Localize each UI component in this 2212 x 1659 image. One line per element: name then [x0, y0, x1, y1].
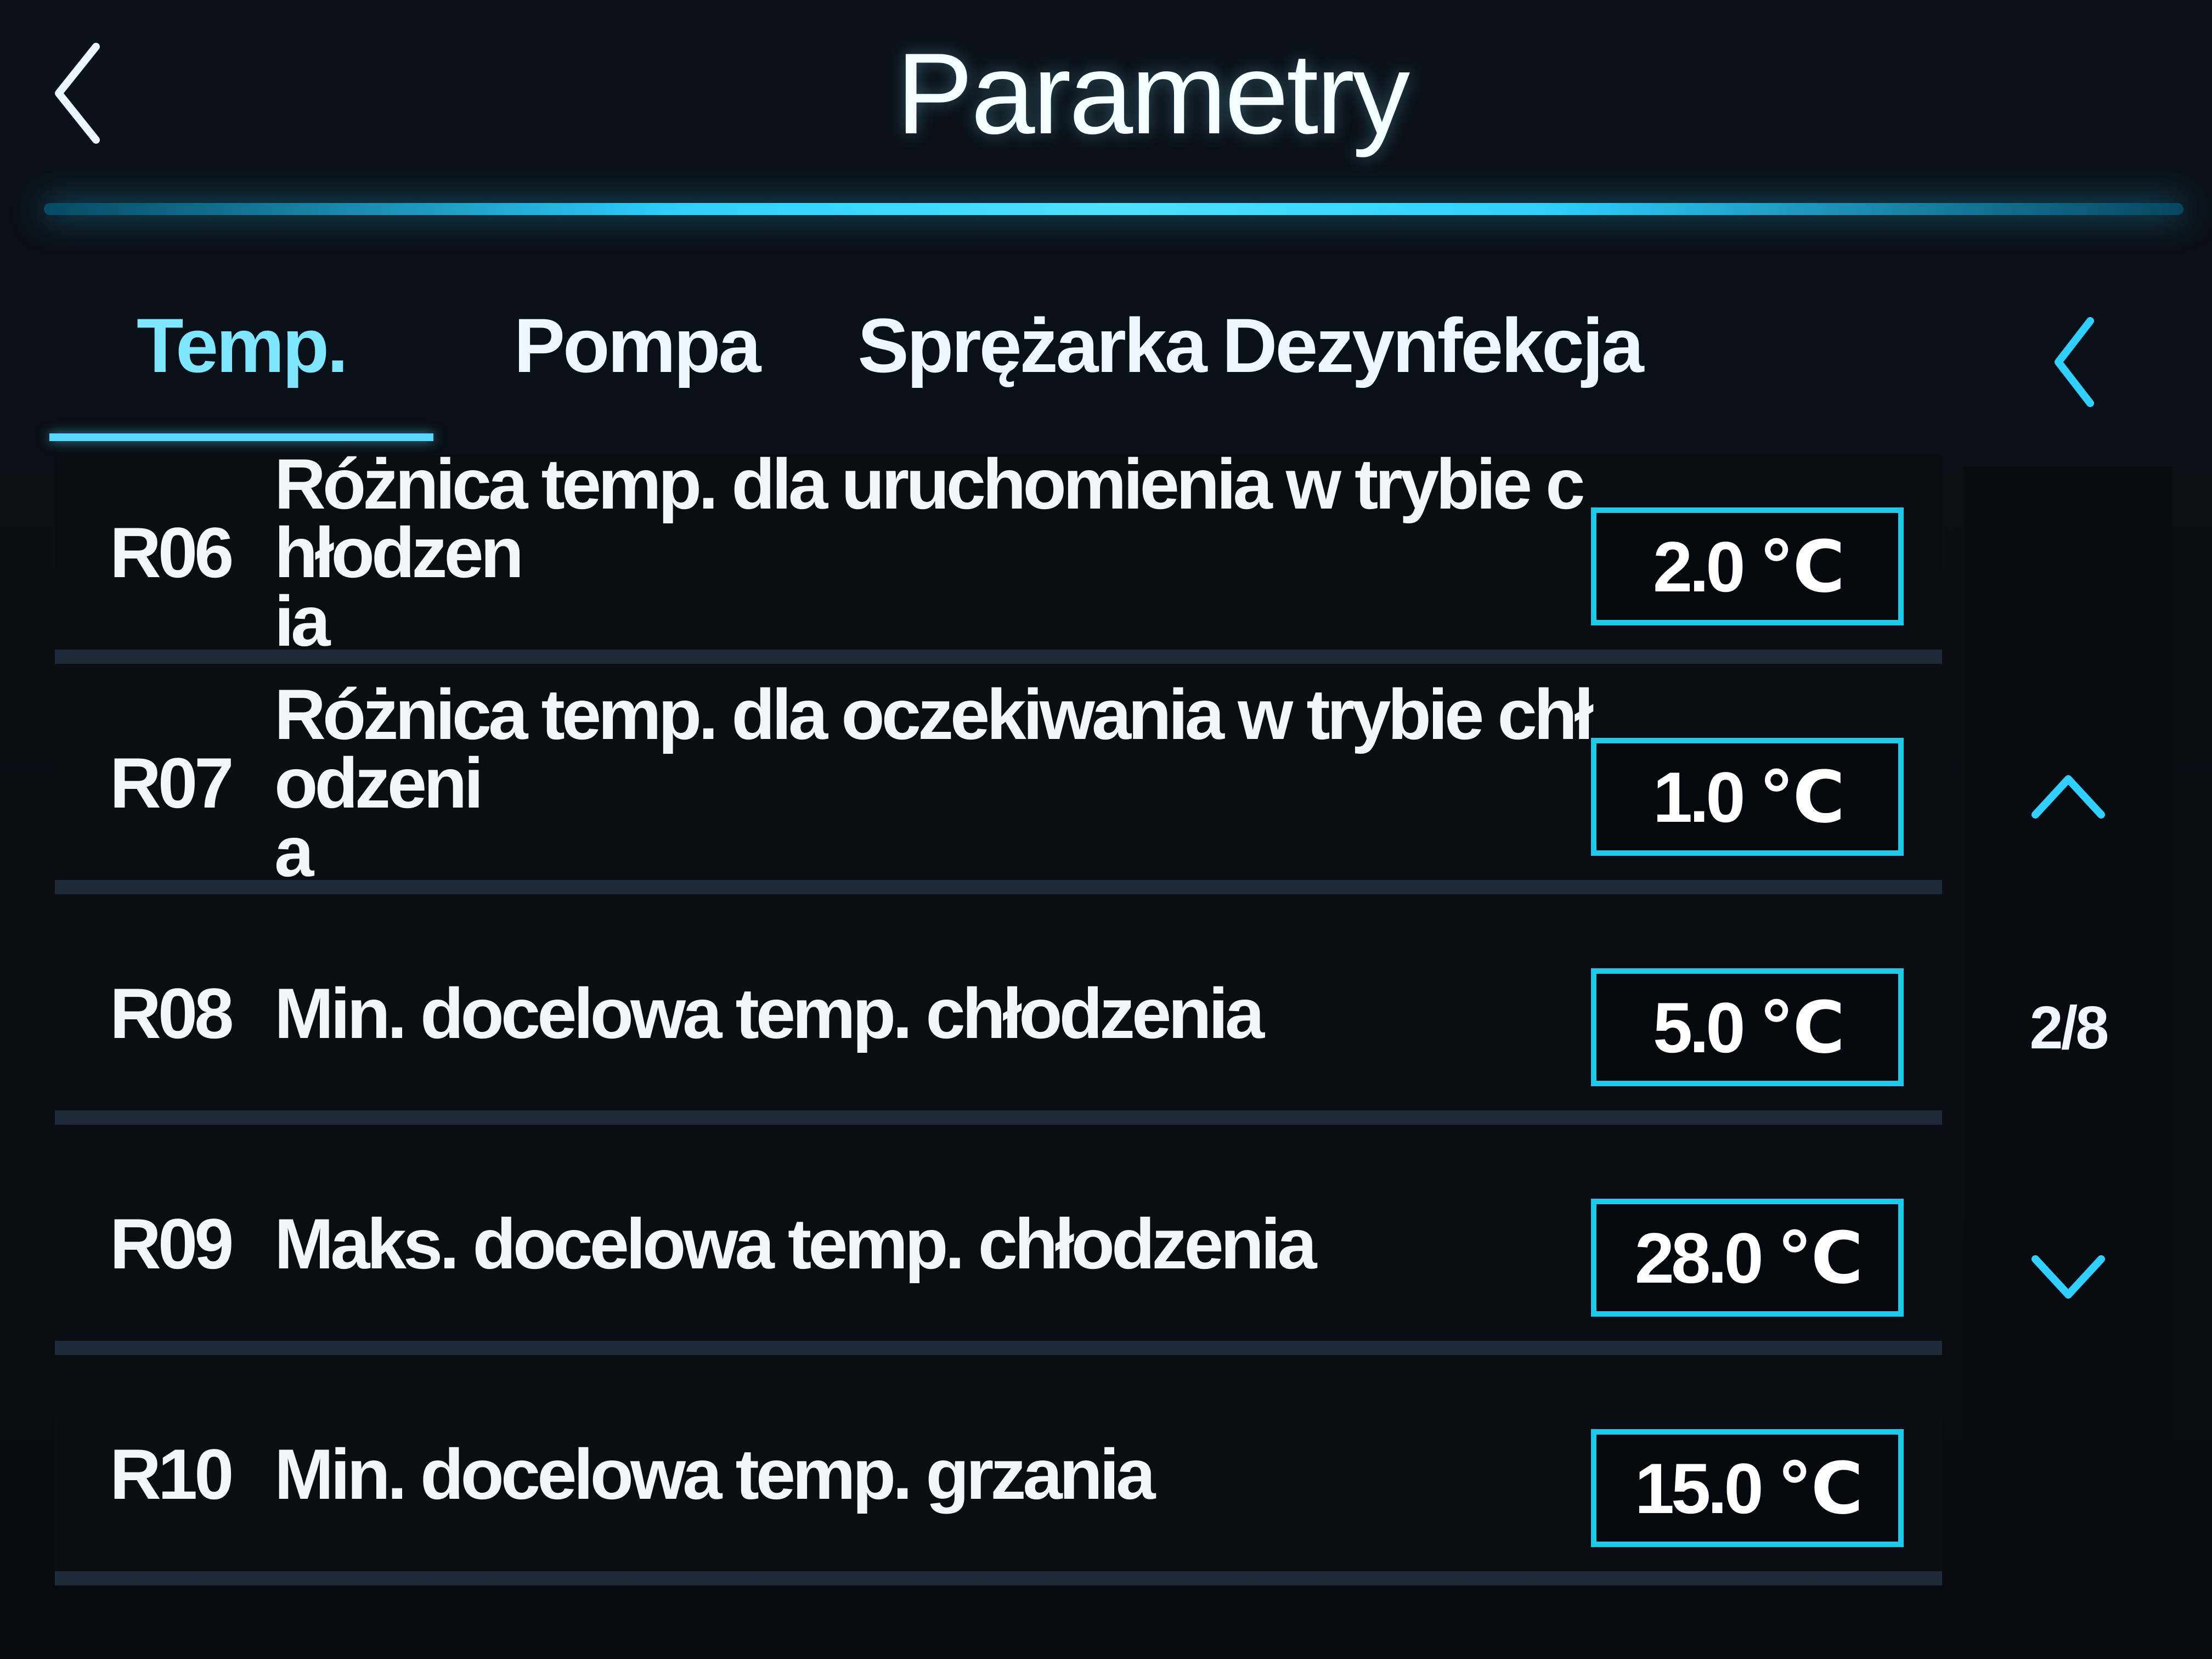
parameter-value-field[interactable]: 1.0 ℃ [1591, 738, 1904, 856]
parameter-list: R06 Różnica temp. dla uruchomienia w try… [55, 443, 1942, 1607]
chevron-up-icon [2032, 775, 2105, 819]
screen: Parametry Temp. Pompa Sprężarka Dezynfek… [0, 0, 2212, 1659]
page-indicator: 2/8 [2029, 994, 2109, 1062]
parameter-value-field[interactable]: 2.0 ℃ [1591, 507, 1904, 625]
parameter-code: R08 [110, 973, 234, 1053]
parameter-value-field[interactable]: 5.0 ℃ [1591, 968, 1904, 1086]
parameter-label: Różnica temp. dla uruchomienia w trybie … [274, 443, 1585, 661]
tab-temp[interactable]: Temp. [49, 274, 433, 417]
tabs-prev-button[interactable] [2030, 307, 2118, 417]
parameter-code: R09 [110, 1204, 234, 1284]
parameter-label: Różnica temp. dla oczekiwania w trybie c… [274, 674, 1594, 891]
tab-dezynfekcja[interactable]: Dezynfekcja [1222, 274, 1644, 417]
parameter-row[interactable]: R09 Maks. docelowa temp. chłodzenia 28.0… [55, 1147, 1942, 1355]
parameter-code: R10 [110, 1434, 234, 1514]
parameter-row[interactable]: R06 Różnica temp. dla uruchomienia w try… [55, 443, 1942, 664]
parameter-code: R06 [110, 512, 234, 592]
chevron-left-icon [55, 43, 100, 144]
page-down-button[interactable] [2008, 1223, 2129, 1333]
tab-sprezarka[interactable]: Sprężarka [839, 274, 1223, 417]
page-title: Parametry [896, 29, 1410, 158]
parameter-row[interactable]: R10 Min. docelowa temp. grzania 15.0 ℃ [55, 1377, 1942, 1585]
parameter-label: Maks. docelowa temp. chłodzenia [274, 1203, 1317, 1284]
chevron-left-icon [2055, 317, 2094, 407]
parameter-label: Min. docelowa temp. chłodzenia [274, 973, 1265, 1053]
parameter-value-field[interactable]: 28.0 ℃ [1591, 1199, 1904, 1317]
parameter-row[interactable]: R08 Min. docelowa temp. chłodzenia 5.0 ℃ [55, 916, 1942, 1125]
page-up-button[interactable] [2008, 741, 2129, 850]
parameter-label: Min. docelowa temp. grzania [274, 1434, 1156, 1514]
tab-bar: Temp. Pompa Sprężarka Dezynfekcja [49, 274, 1644, 450]
chevron-down-icon [2032, 1255, 2105, 1299]
header-divider [44, 203, 2183, 215]
parameter-value-field[interactable]: 15.0 ℃ [1591, 1429, 1904, 1547]
active-tab-indicator [49, 433, 433, 441]
page-navigator: 2/8 [1964, 466, 2172, 1607]
back-button[interactable] [33, 33, 121, 154]
parameter-code: R07 [110, 743, 234, 823]
parameter-row[interactable]: R07 Różnica temp. dla oczekiwania w tryb… [55, 674, 1942, 894]
tab-pompa[interactable]: Pompa [455, 274, 817, 417]
